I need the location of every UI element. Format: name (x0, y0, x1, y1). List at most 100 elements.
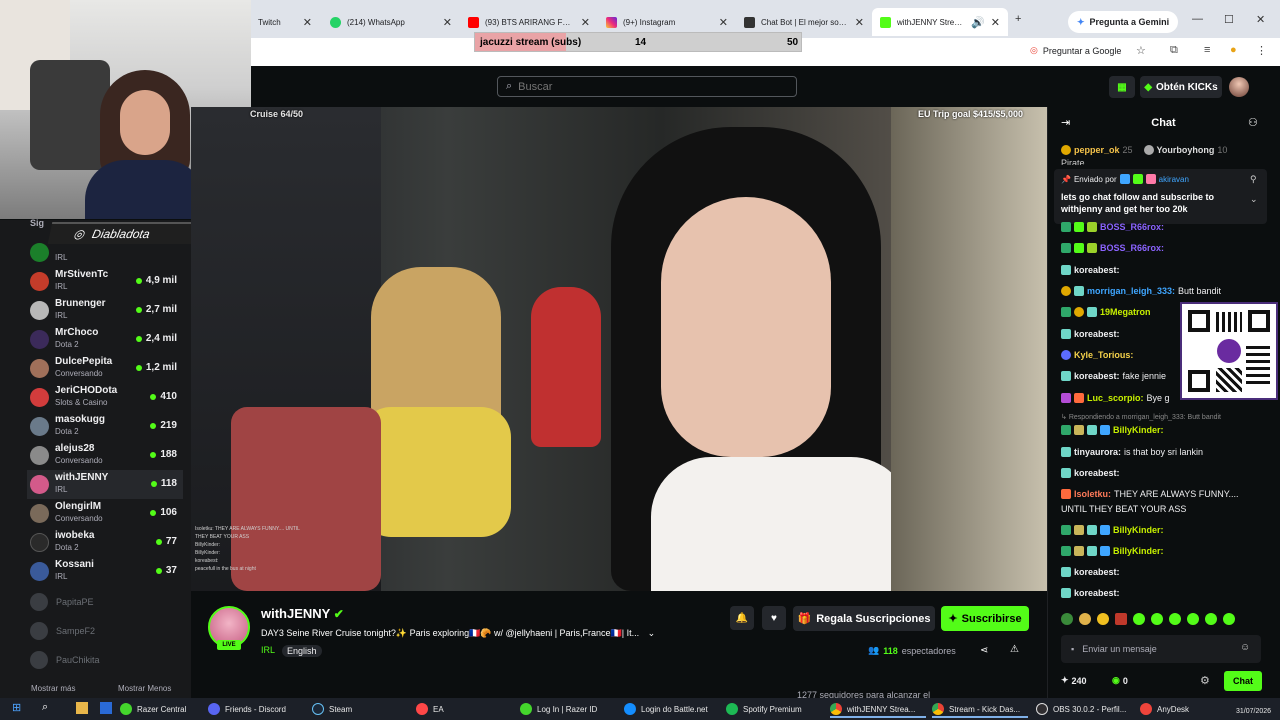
tab-whatsapp[interactable]: (214) WhatsApp ✕ (322, 8, 460, 36)
speaker-icon[interactable]: 🔊 (971, 16, 985, 29)
emote-icon[interactable] (1115, 613, 1127, 625)
heart-icon[interactable]: ♥ (762, 606, 786, 630)
sidebar-item-kossani[interactable]: Kossani IRL 37 (27, 557, 183, 586)
sidebar-section-title: Sig (30, 218, 45, 228)
live-dot-icon (135, 335, 142, 342)
sidebar-item-withjenny[interactable]: withJENNY IRL 118 (27, 470, 183, 499)
unpin-icon[interactable]: ⚲ (1250, 174, 1257, 185)
category-tag[interactable]: IRL (261, 645, 275, 655)
sidebar-item-mrchoco[interactable]: MrChoco Dota 2 2,4 mil (27, 325, 183, 354)
tab-withjenny[interactable]: withJENNY Stream - K 🔊✕ (872, 8, 1008, 36)
emote-bar[interactable] (1061, 613, 1235, 625)
taskbar-discord[interactable]: Friends - Discord (208, 700, 304, 718)
emote-icon[interactable] (1061, 613, 1073, 625)
chat-message: 19Megatron (1061, 307, 1151, 317)
taskbar-razer-id[interactable]: Log In | Razer ID (520, 700, 616, 718)
gear-icon[interactable]: ⚙ (1200, 674, 1210, 687)
close-icon[interactable]: ✕ (303, 16, 312, 29)
gift-subs-button[interactable]: 🎁 Regala Suscripciones (793, 606, 935, 631)
file-explorer-icon[interactable] (76, 702, 88, 714)
show-less-link[interactable]: Mostrar Menos (118, 684, 171, 693)
extensions-icon[interactable]: ⧉ (1170, 44, 1178, 57)
taskbar-razer-central[interactable]: Razer Central (104, 700, 200, 718)
report-icon[interactable]: ⚠ (1010, 644, 1019, 655)
avatar (30, 562, 49, 581)
sidebar-item-alejus28[interactable]: alejus28 Conversando 188 (27, 441, 183, 470)
emote-icon[interactable] (1205, 613, 1217, 625)
sidebar-item-masokugg[interactable]: masokugg Dota 2 219 (27, 412, 183, 441)
video-player[interactable] (191, 107, 1047, 591)
obs-goal-current: 14 (635, 37, 647, 48)
taskbar-chrome-withjenny[interactable]: withJENNY Strea... (830, 700, 926, 718)
gemini-button[interactable]: ✦ Pregunta a Gemini (1068, 11, 1179, 33)
close-icon[interactable]: ✕ (991, 16, 1000, 29)
emote-icon[interactable] (1169, 613, 1181, 625)
channel-points[interactable]: ◉ 0 (1112, 675, 1128, 686)
yape-logo (1217, 339, 1241, 363)
notification-bell-icon[interactable]: 🔔 (730, 606, 754, 630)
search-icon[interactable]: ⌕ (42, 701, 48, 714)
search-box[interactable]: ⌕ (497, 76, 797, 97)
sidebar-item-iwobeka[interactable]: iwobeka Dota 2 77 (27, 528, 183, 557)
close-icon[interactable]: ✕ (719, 16, 728, 29)
show-more-link[interactable]: Mostrar más (31, 684, 75, 693)
avatar (30, 446, 49, 465)
emote-icon[interactable] (1097, 613, 1109, 625)
search-input[interactable] (518, 80, 779, 93)
minimize-icon[interactable]: — (1192, 13, 1203, 25)
kicks-balance[interactable]: ✦ 240 (1061, 675, 1087, 686)
emote-icon[interactable] (1187, 613, 1199, 625)
emote-icon[interactable] (1133, 613, 1145, 625)
windows-start-icon[interactable]: ⊞ (12, 701, 21, 714)
ask-google-button[interactable]: ◎ Preguntar a Google (1030, 45, 1121, 56)
sidebar-item-papitape[interactable]: PapitaPE (30, 593, 94, 611)
taskbar-chrome-kick-dashboard[interactable]: Stream - Kick Das... (932, 700, 1028, 718)
emoji-icon[interactable]: ☺ (1240, 642, 1250, 653)
channel-name[interactable]: withJENNY ✔ (261, 606, 344, 621)
taskbar-ea[interactable]: EA (416, 700, 512, 718)
new-tab-icon[interactable]: + (1015, 13, 1021, 25)
chat-users-icon[interactable]: ⚇ (1248, 116, 1258, 129)
close-icon[interactable]: ✕ (581, 16, 590, 29)
sidebar-item-sampef2[interactable]: SampeF2 (30, 622, 95, 640)
close-icon[interactable]: ✕ (855, 16, 864, 29)
sidebar-item-mrstiventc[interactable]: MrStivenTc IRL 4,9 mil (27, 267, 183, 296)
emote-icon[interactable] (1223, 613, 1235, 625)
user-avatar[interactable] (1229, 77, 1249, 97)
subscribe-button[interactable]: ✦ Suscribirse (941, 606, 1029, 631)
taskbar-anydesk[interactable]: AnyDesk (1140, 700, 1210, 718)
sidebar-item-pauchikita[interactable]: PauChikita (30, 651, 100, 669)
emote-icon[interactable] (1151, 613, 1163, 625)
tab-twitch[interactable]: Twitch ✕ (250, 8, 320, 36)
sidebar-item-brunenger[interactable]: Brunenger IRL 2,7 mil (27, 296, 183, 325)
chat-title: Chat (1151, 117, 1176, 129)
send-chat-button[interactable]: Chat (1224, 671, 1262, 691)
taskbar-steam[interactable]: Steam (312, 700, 408, 718)
profile-icon[interactable]: ● (1230, 44, 1237, 56)
sidebar-item-dulcepepita[interactable]: DulcePepita Conversando 1,2 mil (27, 354, 183, 383)
playlist-icon[interactable]: ≡ (1204, 44, 1210, 56)
emote-icon[interactable] (1079, 613, 1091, 625)
chat-message: koreabest: (1061, 468, 1120, 478)
star-icon[interactable]: ☆ (1136, 44, 1146, 57)
close-window-icon[interactable]: ✕ (1256, 13, 1265, 26)
avatar (30, 622, 48, 640)
sidebar-item-olengirlm[interactable]: OlengirlM Conversando 106 (27, 499, 183, 528)
taskbar-battlenet[interactable]: Login do Battle.net (624, 700, 720, 718)
close-icon[interactable]: ✕ (443, 16, 452, 29)
avatar (30, 417, 49, 436)
chevron-down-icon[interactable]: ⌄ (1250, 194, 1258, 205)
language-tag[interactable]: English (282, 645, 322, 657)
maximize-icon[interactable]: ☐ (1224, 13, 1234, 26)
menu-icon[interactable]: ⋮ (1256, 44, 1267, 57)
chevron-down-icon[interactable]: ⌄ (648, 628, 656, 638)
share-icon[interactable]: ⋖ (980, 645, 988, 656)
taskbar-obs[interactable]: OBS 30.0.2 - Perfil... (1036, 700, 1132, 718)
chat-input[interactable]: ▪ Enviar un mensaje (1061, 635, 1261, 663)
get-kicks-button[interactable]: ◆ Obtén KICKs (1140, 76, 1222, 98)
studio-icon[interactable]: ▦ (1109, 76, 1135, 98)
video-mini-chat: Isoletku: THEY ARE ALWAYS FUNNY.... UNTI… (195, 526, 300, 572)
sidebar-item-jerichodota[interactable]: JeriCHODota Slots & Casino 410 (27, 383, 183, 412)
taskbar-spotify[interactable]: Spotify Premium (726, 700, 824, 718)
avatar (30, 330, 49, 349)
